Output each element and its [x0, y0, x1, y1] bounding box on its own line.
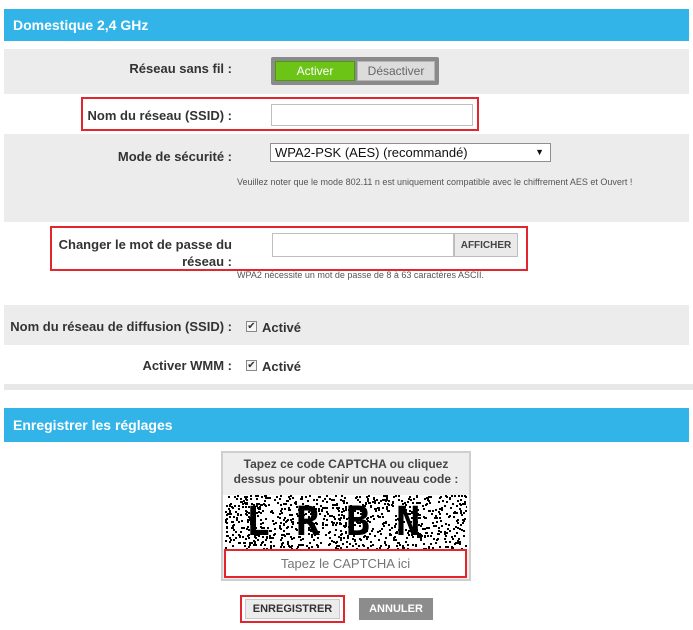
- captcha-instructions: Tapez ce code CAPTCHA ou cliquez dessus …: [223, 453, 469, 495]
- password-hint: WPA2 nécessite un mot de passe de 8 à 63…: [237, 270, 484, 280]
- captcha-image[interactable]: LRBN: [225, 495, 467, 549]
- check-icon: ✔: [247, 320, 256, 332]
- save-section-header: Enregistrer les réglages: [4, 408, 689, 442]
- chevron-down-icon: ▼: [535, 147, 544, 157]
- broadcast-ssid-checkbox[interactable]: ✔: [246, 321, 257, 332]
- password-input[interactable]: [272, 233, 454, 257]
- security-mode-value: WPA2-PSK (AES) (recommandé): [275, 145, 468, 160]
- password-label: Changer le mot de passe du réseau :: [58, 237, 232, 269]
- disable-button[interactable]: Désactiver: [357, 61, 435, 81]
- show-password-button[interactable]: AFFICHER: [454, 233, 518, 257]
- captcha-input[interactable]: [228, 553, 463, 574]
- security-mode-select[interactable]: WPA2-PSK (AES) (recommandé) ▼: [270, 143, 551, 162]
- wmm-label: Activer WMM :: [142, 358, 232, 373]
- captcha-text: LRBN: [245, 499, 447, 545]
- wifi-section-header: Domestique 2,4 GHz: [4, 9, 689, 41]
- ssid-input[interactable]: [271, 104, 473, 126]
- cancel-button[interactable]: ANNULER: [359, 598, 433, 620]
- ssid-label: Nom du réseau (SSID) :: [87, 108, 232, 123]
- security-mode-note: Veuillez noter que le mode 802.11 n est …: [237, 177, 633, 187]
- section-divider: [4, 384, 693, 390]
- captcha-input-highlight: [224, 549, 467, 578]
- broadcast-ssid-checkbox-label: Activé: [262, 320, 302, 335]
- wmm-checkbox-label: Activé: [262, 359, 302, 374]
- enable-button[interactable]: Activer: [275, 61, 355, 81]
- wireless-toggle: Activer Désactiver: [271, 57, 439, 85]
- check-icon: ✔: [247, 359, 256, 371]
- save-button[interactable]: ENREGISTRER: [245, 599, 340, 619]
- wmm-checkbox[interactable]: ✔: [246, 360, 257, 371]
- save-section-title: Enregistrer les réglages: [13, 417, 173, 433]
- wireless-network-label: Réseau sans fil :: [129, 61, 232, 76]
- wifi-section-title: Domestique 2,4 GHz: [13, 17, 149, 33]
- broadcast-ssid-label: Nom du réseau de diffusion (SSID) :: [10, 319, 232, 334]
- security-mode-label: Mode de sécurité :: [117, 149, 232, 164]
